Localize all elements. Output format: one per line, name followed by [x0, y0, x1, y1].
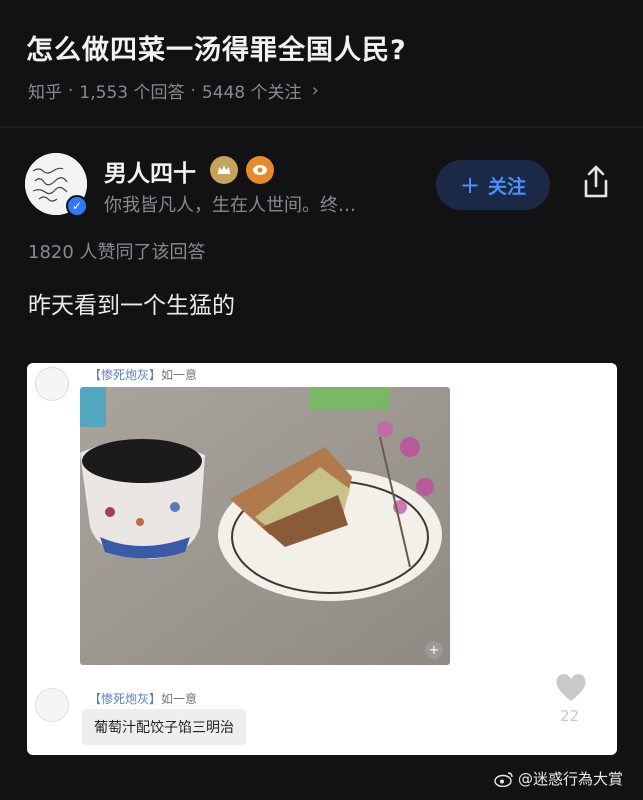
- question-title[interactable]: 怎么做四菜一汤得罪全国人民?: [26, 28, 407, 67]
- section-divider: [0, 126, 643, 128]
- watermark-text: @迷惑行為大賞: [518, 770, 624, 788]
- meta-separator: ·: [190, 80, 196, 101]
- eye-badge-icon: [246, 156, 274, 184]
- follow-button[interactable]: + 关注: [436, 160, 550, 210]
- question-meta[interactable]: 知乎 · 1,553 个回答 · 5448 个关注 ›: [28, 78, 319, 103]
- food-photo[interactable]: [80, 387, 450, 665]
- reply-text: 葡萄汁配饺子馅三明治: [82, 709, 246, 745]
- likes-count: 1820 人赞同了该回答: [28, 242, 206, 263]
- plus-icon: +: [459, 171, 481, 199]
- post-user: 【惨死炮灰】如一意: [89, 366, 197, 383]
- reply-user: 【惨死炮灰】如一意: [89, 690, 197, 707]
- verified-check-icon: ✓: [66, 195, 88, 217]
- answer-text: 昨天看到一个生猛的: [28, 293, 235, 319]
- reply-user-name: 如一意: [161, 692, 198, 706]
- food-photo-illustration: [80, 387, 450, 665]
- follow-label: 关注: [488, 175, 527, 198]
- author-name[interactable]: 男人四十: [104, 154, 196, 188]
- weibo-logo-icon: [494, 771, 513, 787]
- reply-user-tag: 【惨死炮灰】: [89, 692, 162, 706]
- answers-count: 1,553 个回答: [79, 83, 185, 103]
- zoom-in-icon[interactable]: +: [425, 641, 443, 659]
- meta-separator: ·: [68, 80, 74, 101]
- post-user-name: 如一意: [161, 368, 198, 382]
- author-bio: 你我皆凡人，生在人世间。终…: [104, 195, 356, 216]
- heart-icon[interactable]: [554, 671, 588, 703]
- post-user-avatar: [35, 367, 69, 401]
- share-icon[interactable]: [580, 164, 612, 200]
- watermark: @迷惑行為大賞: [494, 768, 623, 789]
- chevron-right-icon: ›: [311, 80, 319, 101]
- heart-count: 22: [560, 707, 580, 725]
- reply-user-avatar: [35, 688, 69, 722]
- followers-count: 5448 个关注: [201, 83, 302, 103]
- embedded-post-image[interactable]: 【惨死炮灰】如一意 + 【惨死炮灰】如一意 葡萄汁配饺子馅三明治 22: [27, 363, 617, 755]
- source-label: 知乎: [28, 83, 62, 103]
- post-user-tag: 【惨死炮灰】: [89, 368, 162, 382]
- crown-badge-icon: [210, 156, 238, 184]
